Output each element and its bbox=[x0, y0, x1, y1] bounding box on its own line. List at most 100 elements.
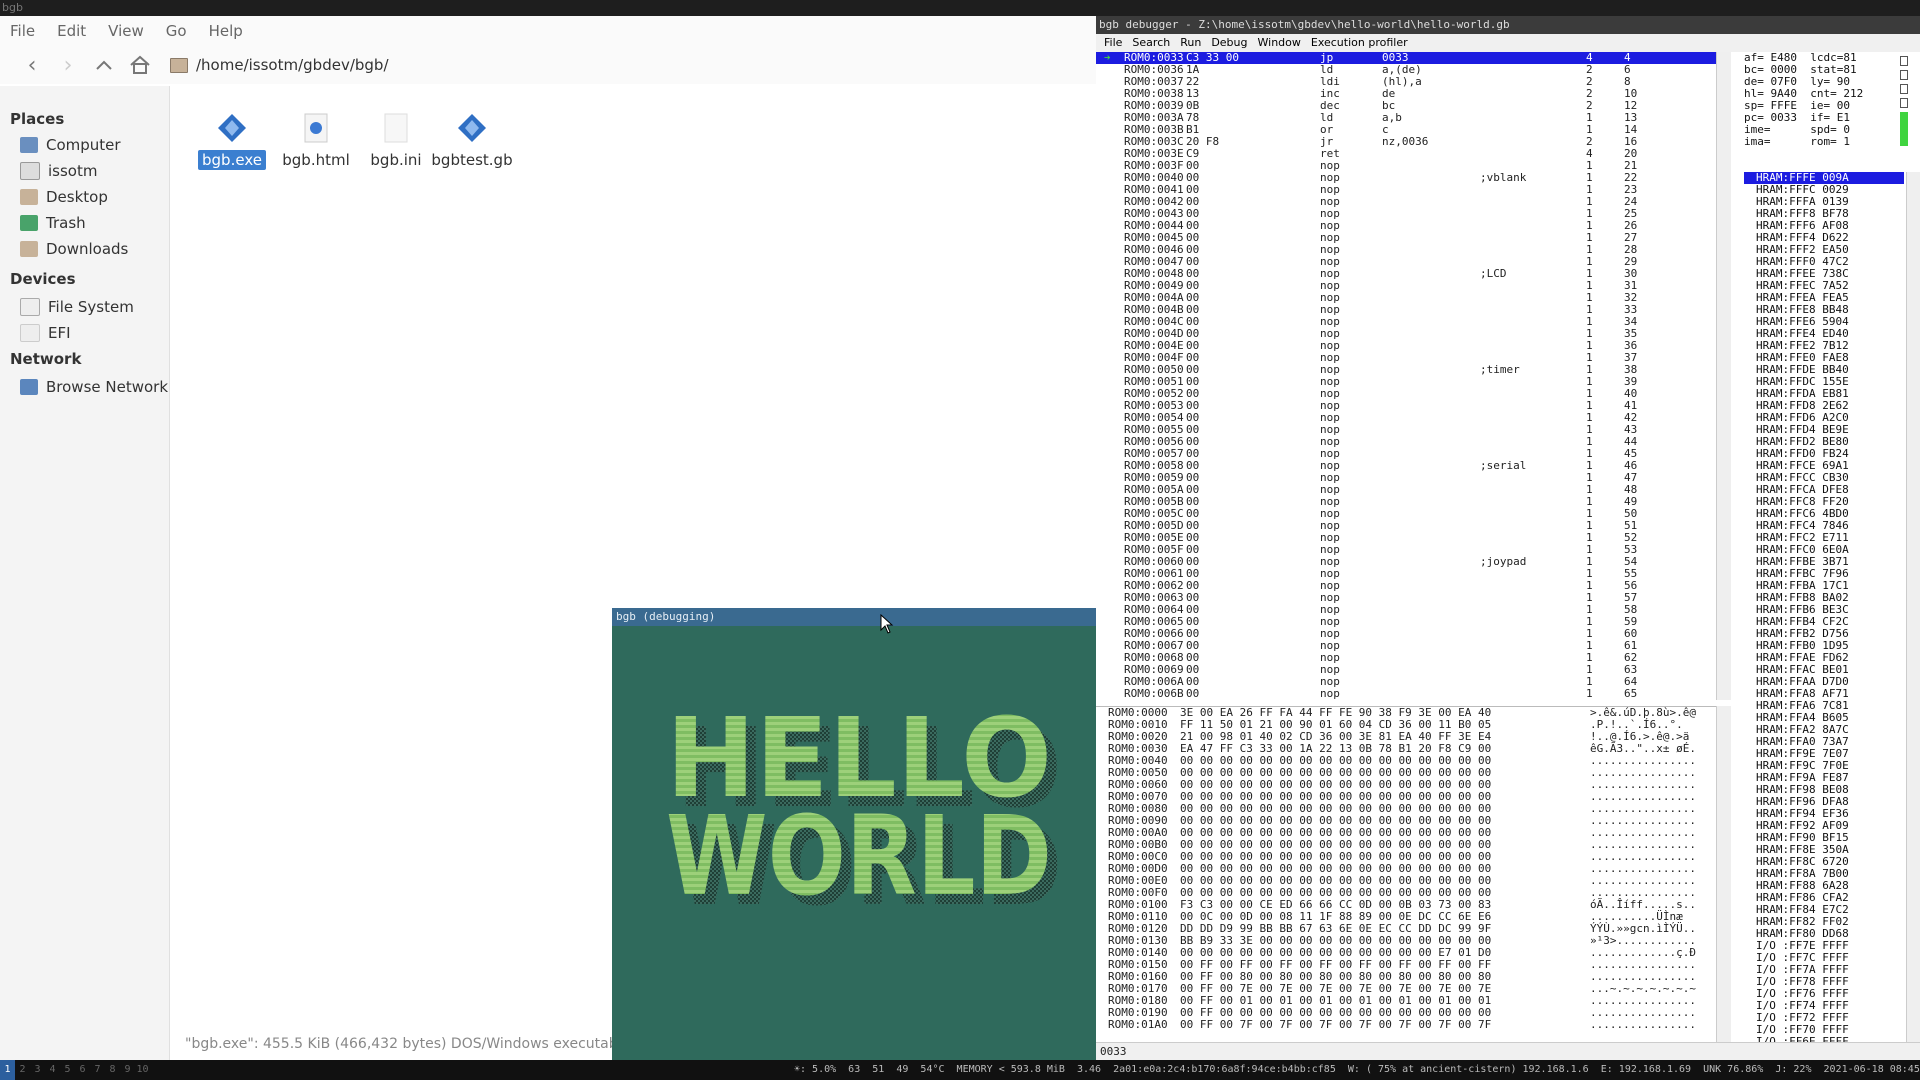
sidebar-item-label: Computer bbox=[46, 136, 121, 154]
desktop-folder-icon bbox=[20, 189, 38, 205]
sidebar: Places Computer issotm Desktop Trash Dow… bbox=[0, 86, 170, 1060]
hexdump-addr: ROM0:01A0 bbox=[1108, 1018, 1168, 1031]
hexdump-scrollbar[interactable] bbox=[1716, 706, 1731, 1042]
hello-world-graphic: HELLO HELLO WORLD WORLD bbox=[666, 694, 1062, 930]
file-name: bgbtest.gb bbox=[431, 151, 513, 169]
disassembly-row[interactable]: ROM0:006B 00 nop 1 65 bbox=[1096, 688, 1730, 700]
home-button[interactable] bbox=[122, 50, 158, 80]
disassembly-comment: ;vblank bbox=[1480, 171, 1527, 184]
sidebar-item-label: Browse Network bbox=[46, 378, 169, 396]
flag-checkbox[interactable] bbox=[1900, 70, 1908, 80]
debugger-menu-execution-profiler[interactable]: Execution profiler bbox=[1311, 34, 1408, 52]
computer-icon bbox=[20, 137, 38, 153]
register-flags[interactable] bbox=[1900, 56, 1908, 156]
sidebar-item-desktop[interactable]: Desktop bbox=[20, 186, 108, 208]
memory-hexdump-view[interactable]: ROM0:0000 3E 00 EA 26 FF FA 44 FF FE 90 3… bbox=[1096, 706, 1730, 1053]
sidebar-item-label: File System bbox=[48, 298, 134, 316]
stack-scrollbar[interactable] bbox=[1906, 172, 1920, 1052]
file-manager-statusbar: "bgb.exe": 455.5 KiB (466,432 bytes) DOS… bbox=[185, 1036, 631, 1052]
menu-help[interactable]: Help bbox=[209, 22, 243, 40]
sidebar-item-label: EFI bbox=[48, 324, 71, 342]
location-bar[interactable]: /home/issotm/gbdev/bgb/ bbox=[170, 56, 389, 74]
debugger-menu-debug[interactable]: Debug bbox=[1211, 34, 1247, 52]
sidebar-section-devices: Devices bbox=[10, 270, 76, 288]
debugger-menu-run[interactable]: Run bbox=[1180, 34, 1201, 52]
system-status-text: ☀: 5.0% 63 51 49 54°C MEMORY < 593.8 MiB… bbox=[794, 1064, 1920, 1075]
workspace-switcher: 1 2 3 4 5 6 7 8 9 10 bbox=[0, 1060, 150, 1080]
location-path[interactable]: /home/issotm/gbdev/bgb/ bbox=[196, 56, 389, 74]
sidebar-item-file-system[interactable]: File System bbox=[20, 296, 134, 318]
file-item-bgb-html[interactable]: bgb.html bbox=[271, 110, 361, 170]
sidebar-item-efi[interactable]: EFI bbox=[20, 322, 71, 344]
world-text: WORLD bbox=[666, 792, 1052, 920]
disassembly-bytes: 00 bbox=[1186, 687, 1200, 700]
hello-world-text: HELLO HELLO WORLD WORLD bbox=[666, 694, 1062, 930]
debugger-menubar: File Search Run Debug Window Execution p… bbox=[1096, 34, 1920, 52]
bgb-game-window[interactable]: bgb (debugging) HELLO HELLO WORLD WORLD bbox=[612, 608, 1096, 1060]
disassembly-view[interactable]: ➔ ROM0:0033 C3 33 00 jp 0033 4 4 ROM0:0036 1A ld a… bbox=[1096, 52, 1730, 700]
disassembly-total: 65 bbox=[1624, 687, 1638, 700]
file-item-bgb-exe[interactable]: bgb.exe bbox=[187, 110, 277, 170]
registers-panel: af= E480 lcdc=81 bc= 0000 stat=81 de= 07F0… bbox=[1744, 52, 1920, 164]
flag-checkbox[interactable] bbox=[1900, 98, 1908, 108]
downloads-folder-icon bbox=[20, 241, 38, 257]
file-name: bgb.html bbox=[282, 151, 350, 169]
workspace-button[interactable]: 2 bbox=[15, 1060, 30, 1080]
workspace-button[interactable]: 4 bbox=[45, 1060, 60, 1080]
menu-file[interactable]: File bbox=[10, 22, 35, 40]
menu-go[interactable]: Go bbox=[166, 22, 187, 40]
hexdump-row[interactable]: ROM0:01A0 00 FF 00 7F 00 7F 00 7F 00 7F 0… bbox=[1096, 1019, 1730, 1031]
disassembly-comment: ;serial bbox=[1480, 459, 1527, 472]
forward-button[interactable]: › bbox=[50, 50, 86, 80]
home-folder-icon bbox=[20, 162, 40, 180]
hexdump-hex: 00 FF 00 7F 00 7F 00 7F 00 7F 00 7F 00 7… bbox=[1180, 1018, 1492, 1031]
sidebar-section-places: Places bbox=[10, 110, 65, 128]
network-icon bbox=[20, 379, 38, 395]
sidebar-item-label: Trash bbox=[46, 214, 86, 232]
workspace-button[interactable]: 10 bbox=[135, 1060, 150, 1080]
back-button[interactable]: ‹ bbox=[14, 50, 50, 80]
debugger-menu-window[interactable]: Window bbox=[1258, 34, 1301, 52]
workspace-button[interactable]: 8 bbox=[105, 1060, 120, 1080]
menu-view[interactable]: View bbox=[108, 22, 144, 40]
desktop-status-bar: 1 2 3 4 5 6 7 8 9 10 ☀: 5.0% 63 51 49 54°C MEMORY… bbox=[0, 1060, 1920, 1080]
sidebar-item-label: issotm bbox=[48, 162, 98, 180]
workspace-button[interactable]: 5 bbox=[60, 1060, 75, 1080]
flag-checkbox[interactable] bbox=[1900, 56, 1908, 66]
disassembly-comment: ;LCD bbox=[1480, 267, 1507, 280]
trash-icon bbox=[20, 215, 38, 231]
debugger-statusbar: 0033 bbox=[1096, 1042, 1920, 1060]
top-bar-title: bgb bbox=[2, 1, 23, 14]
flag-checkbox[interactable] bbox=[1900, 84, 1908, 94]
mouse-cursor-icon bbox=[880, 614, 894, 634]
debugger-titlebar[interactable]: bgb debugger - Z:\home\issotm\gbdev\hell… bbox=[1096, 16, 1920, 34]
sidebar-item-label: Desktop bbox=[46, 188, 108, 206]
file-item-bgbtest-gb[interactable]: bgbtest.gb bbox=[427, 110, 517, 170]
sidebar-item-issotm[interactable]: issotm bbox=[20, 160, 97, 182]
folder-icon bbox=[170, 57, 188, 73]
sidebar-item-downloads[interactable]: Downloads bbox=[20, 238, 128, 260]
disassembly-comment: ;joypad bbox=[1480, 555, 1527, 568]
game-screen[interactable]: HELLO HELLO WORLD WORLD bbox=[612, 626, 1096, 1060]
stack-view[interactable]: HRAM:FFFE 009A HRAM:FFFC 0029 HRAM:FFFA 01… bbox=[1744, 172, 1904, 1052]
workspace-button[interactable]: 3 bbox=[30, 1060, 45, 1080]
debugger-menu-file[interactable]: File bbox=[1104, 34, 1122, 52]
workspace-button[interactable]: 7 bbox=[90, 1060, 105, 1080]
hexdump-ascii: ................ bbox=[1590, 1018, 1696, 1031]
html-file-icon bbox=[301, 110, 331, 146]
menu-edit[interactable]: Edit bbox=[57, 22, 86, 40]
pc-arrow-icon: ➔ bbox=[1104, 52, 1111, 64]
sidebar-item-browse-network[interactable]: Browse Network bbox=[20, 376, 168, 398]
forward-arrow-icon: › bbox=[63, 52, 73, 78]
register-line[interactable]: ima= rom= 1 bbox=[1744, 136, 1920, 148]
game-window-titlebar[interactable]: bgb (debugging) bbox=[612, 608, 1096, 626]
workspace-button[interactable]: 1 bbox=[0, 1060, 15, 1080]
up-button[interactable] bbox=[86, 50, 122, 80]
debugger-menu-search[interactable]: Search bbox=[1132, 34, 1170, 52]
sidebar-item-computer[interactable]: Computer bbox=[20, 134, 121, 156]
sidebar-item-trash[interactable]: Trash bbox=[20, 212, 86, 234]
workspace-button[interactable]: 6 bbox=[75, 1060, 90, 1080]
workspace-button[interactable]: 9 bbox=[120, 1060, 135, 1080]
rom-file-icon bbox=[457, 110, 487, 146]
disassembly-scrollbar[interactable] bbox=[1716, 52, 1731, 700]
